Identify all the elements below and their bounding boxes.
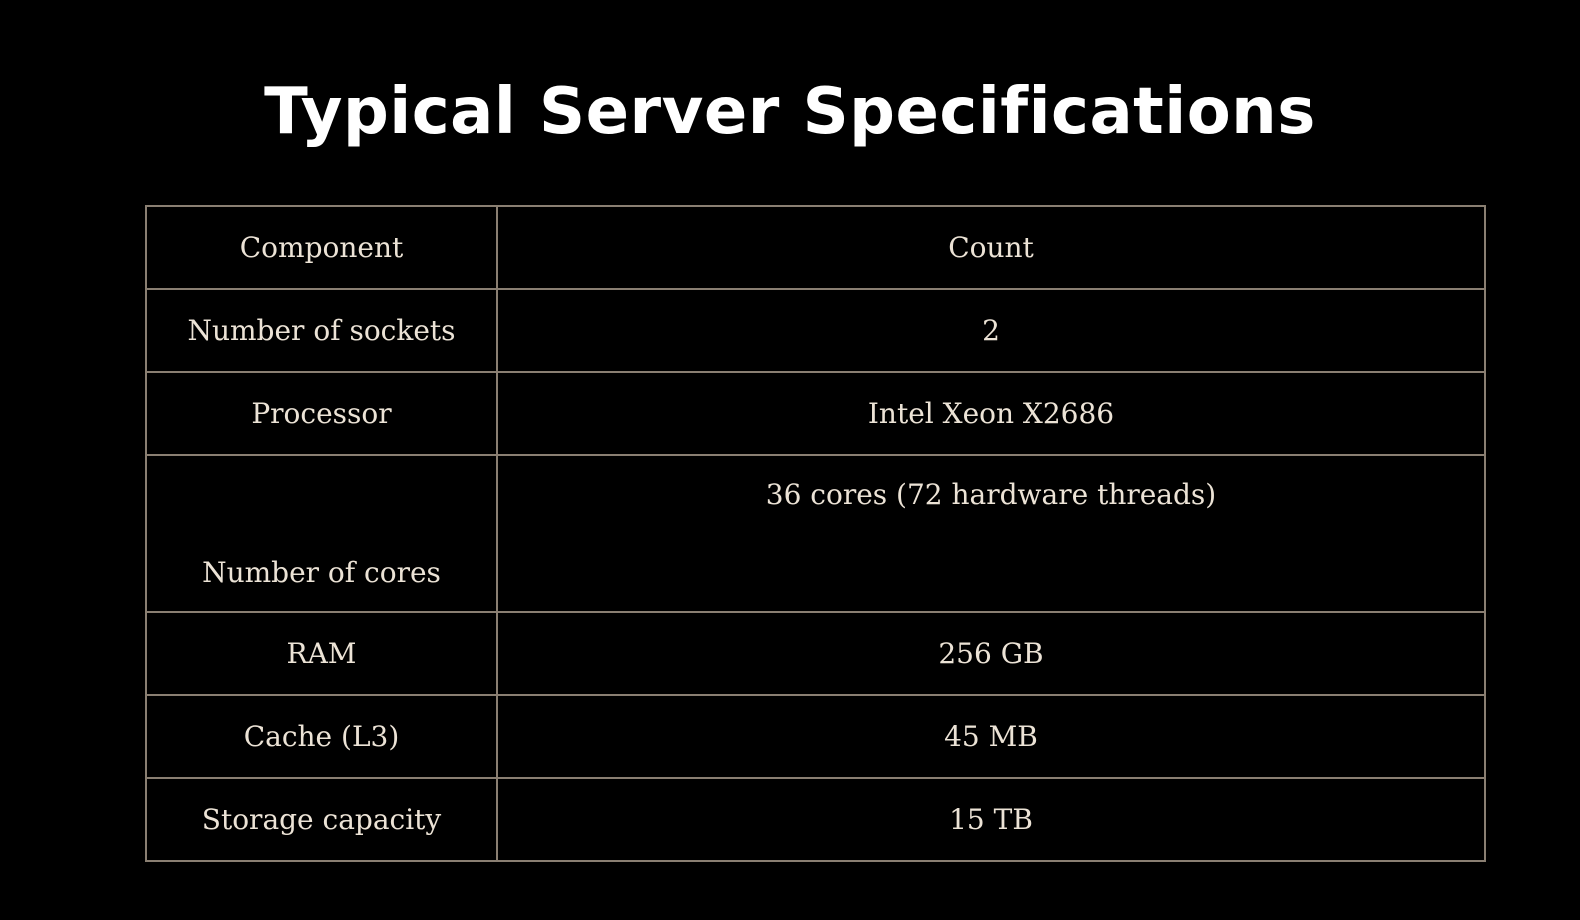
page-title: Typical Server Specifications	[264, 75, 1316, 149]
component-cell: Processor	[145, 371, 498, 456]
component-cell: RAM	[145, 611, 498, 696]
table-row: Number of sockets 2	[145, 288, 1486, 373]
count-cell: Intel Xeon X2686	[496, 371, 1486, 456]
table-row: Number of cores 36 cores (72 hardware th…	[145, 454, 1486, 613]
count-cell: 45 MB	[496, 694, 1486, 779]
count-cell: 36 cores (72 hardware threads)	[496, 454, 1486, 613]
count-cell: 15 TB	[496, 777, 1486, 862]
table-row: Storage capacity 15 TB	[145, 777, 1486, 862]
table-row: RAM 256 GB	[145, 611, 1486, 696]
specifications-table: Component Count Number of sockets 2 Proc…	[145, 205, 1486, 862]
header-cell-count: Count	[496, 205, 1486, 290]
table-header-row: Component Count	[145, 205, 1486, 290]
table-row: Cache (L3) 45 MB	[145, 694, 1486, 779]
component-cell: Storage capacity	[145, 777, 498, 862]
header-cell-component: Component	[145, 205, 498, 290]
component-cell: Number of sockets	[145, 288, 498, 373]
count-cell: 256 GB	[496, 611, 1486, 696]
table-row: Processor Intel Xeon X2686	[145, 371, 1486, 456]
component-cell: Cache (L3)	[145, 694, 498, 779]
component-cell: Number of cores	[145, 454, 498, 613]
count-cell: 2	[496, 288, 1486, 373]
